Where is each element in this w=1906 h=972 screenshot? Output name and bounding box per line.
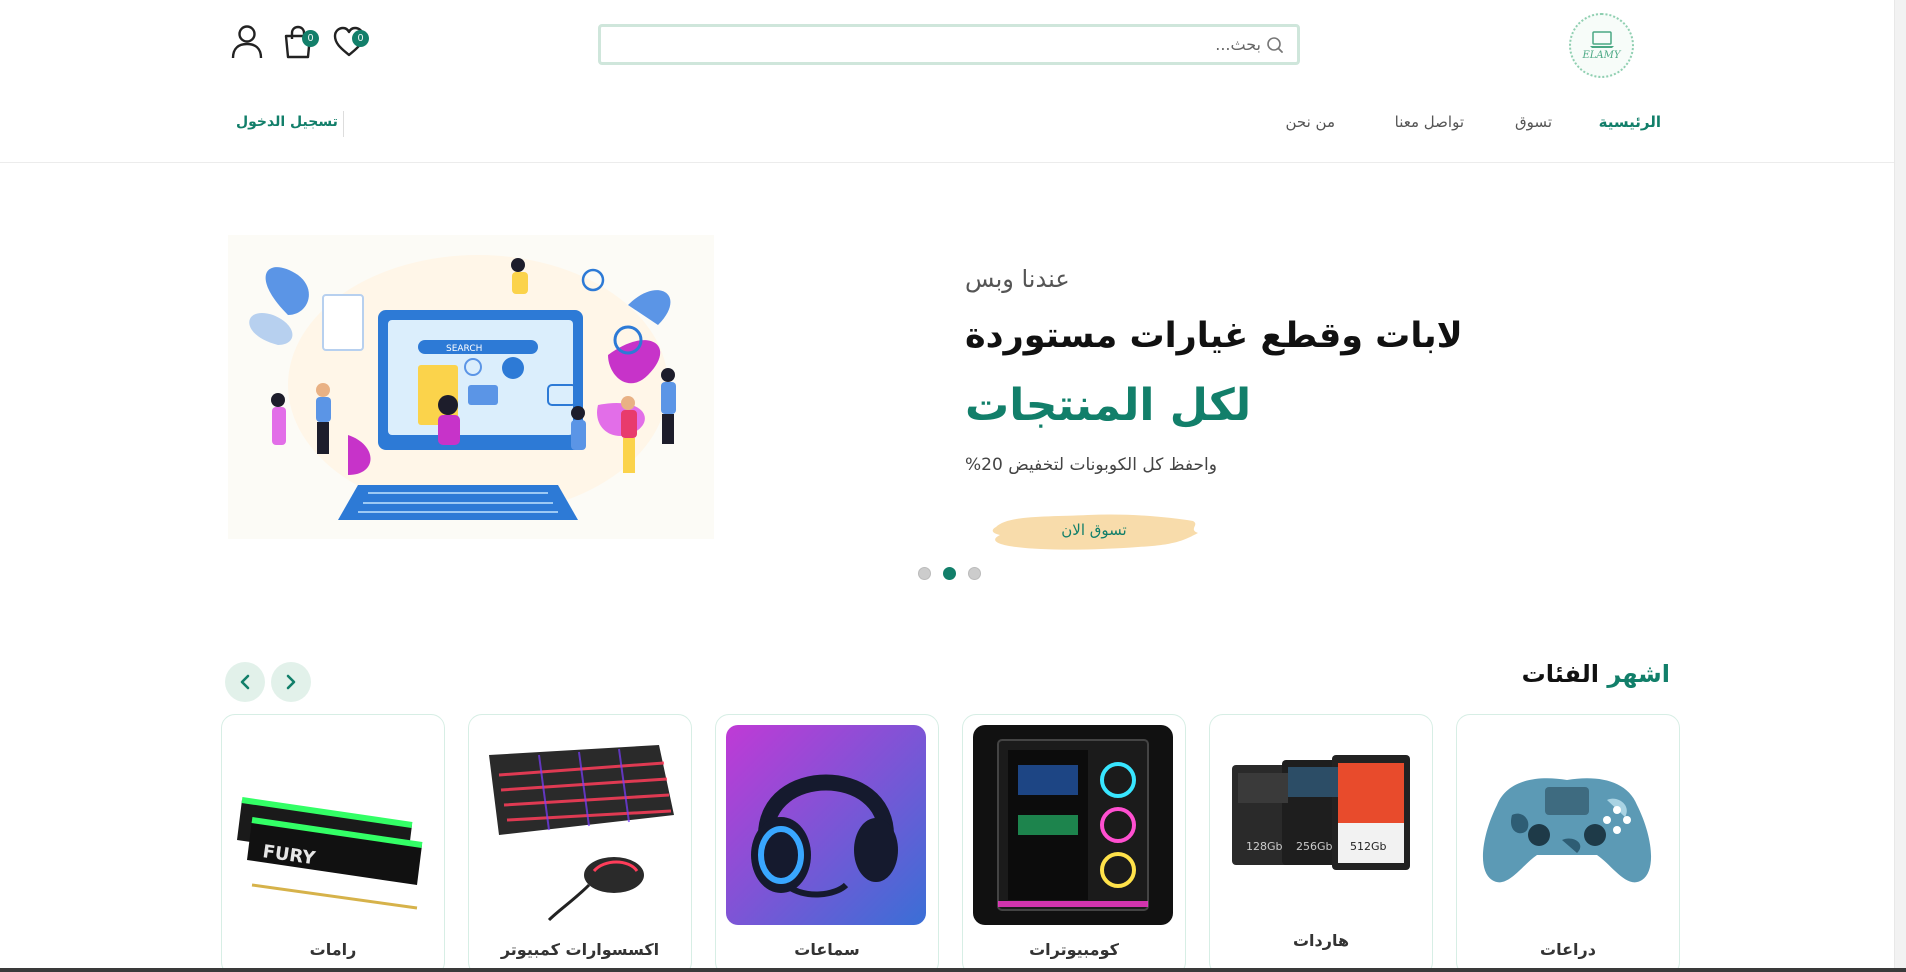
search-box[interactable] [598,24,1300,65]
wishlist-count-badge: 0 [352,30,369,47]
category-label: هاردات [1292,931,1350,950]
ssd-size-label: 256Gb [1296,840,1333,853]
ssd-size-label: 128Gb [1246,840,1283,853]
login-separator [343,111,344,137]
headset-icon [726,725,926,925]
ram-module-icon: FURY [232,725,432,925]
carousel-prev-button[interactable] [225,662,265,702]
window-bottom-edge [0,968,1906,972]
category-label: اكسسوارات كمبيوتر [500,940,660,959]
hero-title: لابات وقطع غيارات مستوردة [965,316,1463,356]
nav-item-contact[interactable]: تواصل معنا [1395,113,1464,131]
category-card-computers[interactable]: كومبيوترات [962,714,1186,970]
chevron-left-icon [240,674,250,690]
section-title: اشهر الفئات [1522,660,1670,688]
section-title-accent: اشهر [1607,660,1670,688]
keyboard-mouse-icon [479,725,679,925]
chevron-right-icon [286,674,296,690]
user-icon[interactable] [230,24,264,60]
cart-count-badge: 0 [302,30,319,47]
category-card-controllers[interactable]: دراعات [1456,714,1680,970]
hero-description: واحفظ كل الكوبونات لتخفيض 20% [965,455,1217,475]
category-label: رامات [309,940,357,959]
slider-dot-1[interactable] [918,567,931,580]
category-card-ram[interactable]: FURY رامات [221,714,445,970]
hero-illustration: SEARCH [228,235,714,539]
nav-item-about[interactable]: من نحن [1286,113,1336,131]
logo-text: ELAMY [1582,49,1621,61]
hero-subtitle: عندنا وبس [965,265,1070,293]
laptop-icon [1589,30,1614,48]
login-link[interactable]: تسجيل الدخول [236,114,338,130]
category-card-accessories[interactable]: اكسسوارات كمبيوتر [468,714,692,970]
category-label: كومبيوترات [1029,940,1119,959]
search-icon[interactable] [1265,36,1283,54]
shop-now-button[interactable]: تسوق الان [988,505,1200,555]
category-card-headsets[interactable]: سماعات [715,714,939,970]
vertical-scrollbar[interactable] [1894,0,1906,968]
ssd-size-label: 512Gb [1350,840,1387,853]
category-card-drives[interactable]: 128Gb 256Gb 512Gb هاردات [1209,714,1433,970]
category-label: سماعات [794,940,860,959]
ssd-drive-icon: 128Gb 256Gb 512Gb [1220,725,1420,925]
slider-dot-3[interactable] [968,567,981,580]
page: ELAMY 0 0 الرئيسية تسوق تواصل معنا من نح… [0,0,1906,970]
carousel-next-button[interactable] [271,662,311,702]
slider-dot-2[interactable] [943,567,956,580]
site-logo[interactable]: ELAMY [1569,13,1634,78]
gamepad-icon [1467,725,1667,925]
section-title-rest: الفئات [1521,660,1600,688]
nav-item-shop[interactable]: تسوق [1515,113,1552,131]
viewport: ELAMY 0 0 الرئيسية تسوق تواصل معنا من نح… [0,0,1906,972]
search-input[interactable] [661,30,1261,59]
illustration-caption: SEARCH [446,344,482,354]
pc-case-icon [973,725,1173,925]
header-divider [0,162,1894,163]
nav-item-home[interactable]: الرئيسية [1599,113,1661,131]
category-label: دراعات [1540,940,1596,959]
shop-now-label: تسوق الان [1061,521,1127,539]
hero-highlight: لكل المنتجات [965,380,1252,431]
